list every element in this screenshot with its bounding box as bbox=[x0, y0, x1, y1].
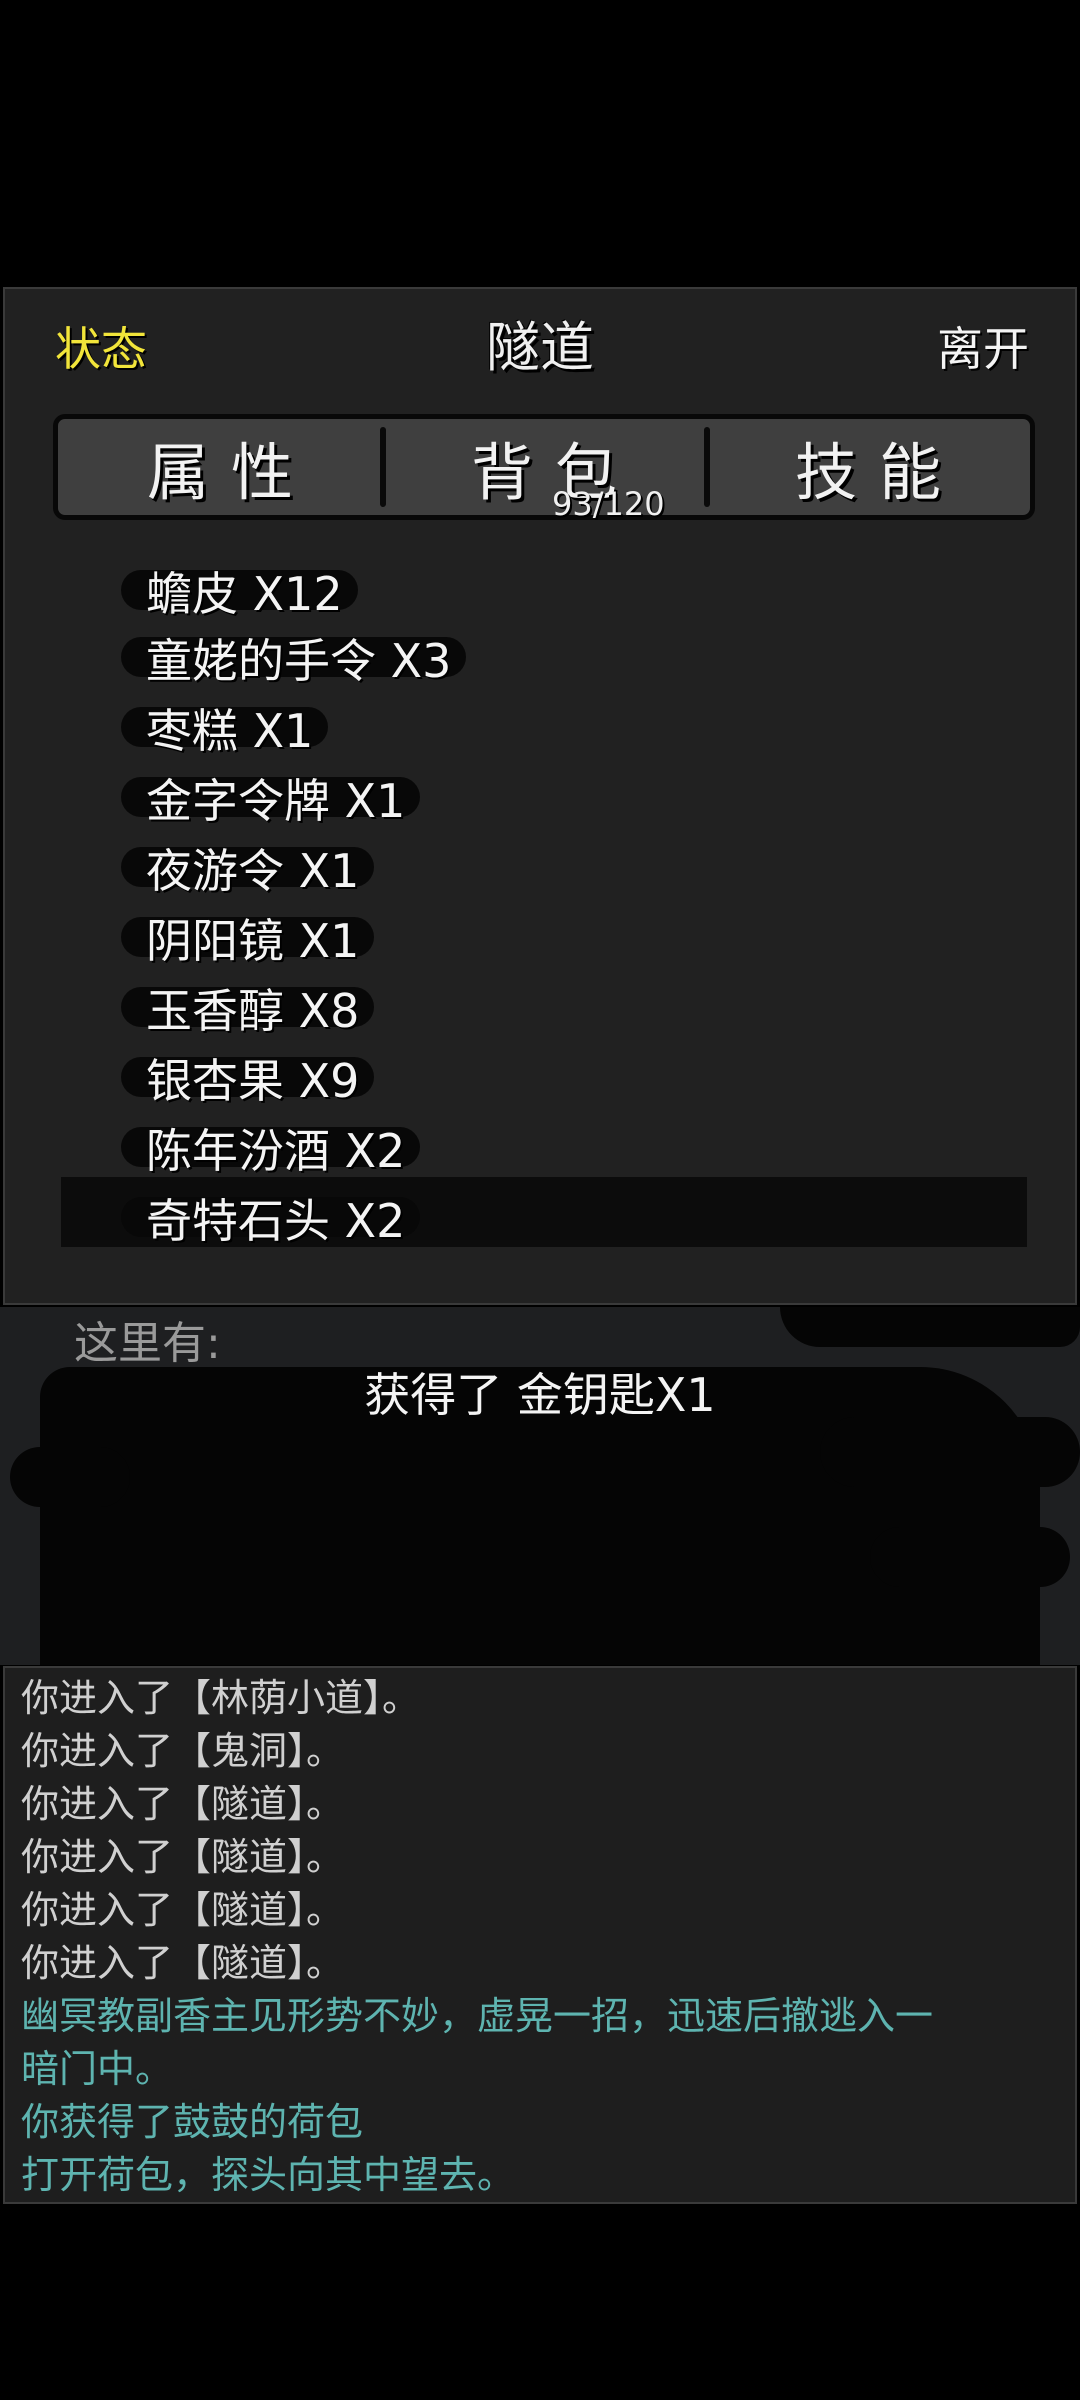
scene-area: 这里有: 获得了 金钥匙X1 bbox=[0, 1307, 1080, 1665]
tab-bar: 属性 背包 93/120 技能 bbox=[53, 414, 1035, 523]
backpack-capacity: 93/120 bbox=[552, 485, 665, 523]
tab-backpack[interactable]: 背包 93/120 bbox=[380, 419, 706, 523]
leave-button[interactable]: 离开 bbox=[937, 313, 1029, 379]
inventory-item-label: 银杏果 X9 bbox=[146, 1054, 360, 1108]
inventory-item-label: 金字令牌 X1 bbox=[146, 774, 406, 828]
inventory-item-label: 童姥的手令 X3 bbox=[146, 634, 452, 688]
tab-skills[interactable]: 技能 bbox=[704, 419, 1030, 515]
inventory-item[interactable]: 阴阳镜 X1 bbox=[61, 897, 1027, 968]
game-screen: 状态 隧道 离开 属性 背包 93/120 技能 蟾皮 X12 童姥的手令 X3 枣… bbox=[0, 0, 1080, 2400]
inventory-item[interactable]: 腌包台其香 X8 bbox=[61, 1247, 1027, 1265]
inventory-list[interactable]: 蟾皮 X12 童姥的手令 X3 枣糕 X1 金字令牌 X1 夜游令 X1 阴阳镜 X1 玉香… bbox=[61, 557, 1027, 1265]
inventory-item[interactable]: 枣糕 X1 bbox=[61, 687, 1027, 758]
inventory-item-label: 陈年汾酒 X2 bbox=[146, 1124, 406, 1178]
inventory-item[interactable]: 金字令牌 X1 bbox=[61, 757, 1027, 828]
location-title: 隧道 bbox=[486, 316, 594, 379]
log-line: 打开荷包，探头向其中望去。 bbox=[21, 2153, 516, 2197]
inventory-item[interactable]: 蟾皮 X12 bbox=[61, 557, 1027, 621]
log-line: 你进入了【隧道】。 bbox=[21, 1941, 345, 1985]
log-line: 你进入了【隧道】。 bbox=[21, 1888, 345, 1932]
ink-backdrop bbox=[870, 1527, 1070, 1587]
inventory-item-label: 枣糕 X1 bbox=[146, 704, 314, 758]
inventory-item[interactable]: 银杏果 X9 bbox=[61, 1037, 1027, 1108]
location-panel: 状态 隧道 离开 属性 背包 93/120 技能 蟾皮 X12 童姥的手令 X3 枣… bbox=[3, 287, 1077, 1305]
ink-backdrop bbox=[10, 1447, 130, 1507]
log-line: 你进入了【隧道】。 bbox=[21, 1782, 345, 1826]
inventory-item-label: 夜游令 X1 bbox=[146, 844, 360, 898]
log-line: 你进入了【鬼洞】。 bbox=[21, 1729, 345, 1773]
inventory-item[interactable]: 玉香醇 X8 bbox=[61, 967, 1027, 1038]
ink-backdrop bbox=[780, 1307, 1080, 1347]
inventory-item-label: 奇特石头 X2 bbox=[146, 1194, 406, 1248]
inventory-item-label: 腌包台其香 X8 bbox=[146, 1255, 451, 1265]
inventory-item[interactable]: 夜游令 X1 bbox=[61, 827, 1027, 898]
inventory-item-label: 阴阳镜 X1 bbox=[146, 914, 360, 968]
log-line: 暗门中。 bbox=[21, 2047, 174, 2091]
log-line: 你获得了鼓鼓的荷包 bbox=[21, 2100, 364, 2144]
log-line: 你进入了【隧道】。 bbox=[21, 1835, 345, 1879]
inventory-item-label: 蟾皮 X12 bbox=[146, 567, 343, 621]
log-line: 幽冥教副香主见形势不妙，虚晃一招，迅速后撤逃入一 bbox=[21, 1994, 934, 2038]
tab-attributes-label: 属性 bbox=[146, 436, 315, 509]
inventory-item[interactable]: 奇特石头 X2 bbox=[61, 1177, 1027, 1248]
log-line: 你进入了【林荫小道】。 bbox=[21, 1676, 421, 1720]
tab-attributes[interactable]: 属性 bbox=[58, 419, 382, 515]
ink-backdrop bbox=[820, 1417, 1080, 1487]
inventory-item[interactable]: 童姥的手令 X3 bbox=[61, 617, 1027, 688]
inventory-item-label: 玉香醇 X8 bbox=[146, 984, 360, 1038]
inventory-item[interactable]: 陈年汾酒 X2 bbox=[61, 1107, 1027, 1178]
message-log[interactable]: 你进入了【林荫小道】。 你进入了【鬼洞】。 你进入了【隧道】。 你进入了【隧道】。 你进… bbox=[3, 1666, 1077, 2204]
gain-message: 获得了 金钥匙X1 bbox=[364, 1368, 716, 1422]
tab-skills-label: 技能 bbox=[794, 436, 963, 509]
